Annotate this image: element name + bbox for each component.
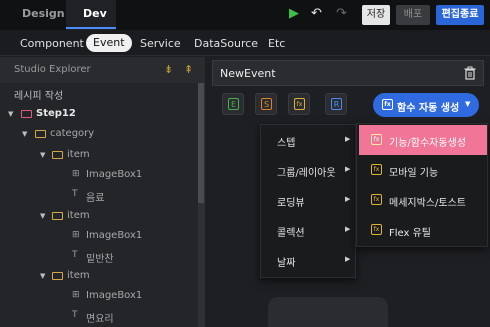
folder-icon — [52, 212, 63, 220]
tree-node-imagebox[interactable]: ImageBox1 — [86, 230, 142, 241]
step-icon — [21, 110, 32, 118]
tree-node-imagebox[interactable]: ImageBox1 — [86, 290, 142, 301]
tree-node-item[interactable]: item — [67, 149, 90, 160]
tab-datasource[interactable]: DataSource — [194, 37, 258, 50]
text-icon: T — [72, 310, 78, 320]
event-name: NewEvent — [220, 67, 276, 80]
tab-event[interactable]: Event — [86, 34, 132, 52]
menu-item-label: 콜렉션 — [277, 228, 305, 239]
tree-node-text[interactable]: 밑반찬 — [86, 250, 114, 265]
chevron-right-icon: ▶ — [345, 255, 351, 263]
folder-icon — [52, 151, 63, 159]
menu-item-label: 로딩뷰 — [277, 198, 305, 209]
menu-item-loading-view[interactable]: 로딩뷰 ▶ — [261, 185, 357, 215]
trash-icon[interactable] — [463, 66, 477, 80]
chevron-down-icon[interactable]: ▼ — [40, 212, 45, 220]
folder-icon — [35, 130, 46, 138]
chevron-right-icon: ▶ — [345, 135, 351, 143]
submenu-item-auto-function[interactable]: fx 기능/함수자동생성 — [359, 125, 487, 155]
explorer-header: Studio Explorer ⇟ ⇞ — [0, 57, 205, 83]
menu-item-collection[interactable]: 콜렉션 ▶ — [261, 215, 357, 245]
collapse-all-icon[interactable]: ⇞ — [184, 63, 193, 76]
function-icon: fx — [371, 164, 382, 175]
submenu-item-label: 모바일 기능 — [389, 168, 439, 179]
tree-root-step12[interactable]: Step12 — [36, 108, 76, 119]
step-submenu: fx 기능/함수자동생성 fx 모바일 기능 fx 메세지박스/토스트 fx F… — [356, 123, 488, 247]
chevron-right-icon: ▶ — [345, 165, 351, 173]
event-type-s-button[interactable]: S — [255, 93, 277, 115]
submenu-item-label: 기능/함수자동생성 — [389, 138, 466, 149]
menu-item-label: 그룹/레이아웃 — [277, 168, 336, 179]
tree-node-imagebox[interactable]: ImageBox1 — [86, 169, 142, 180]
play-icon[interactable]: ▶ — [289, 6, 299, 22]
event-name-field[interactable]: NewEvent — [212, 60, 484, 86]
function-icon: fx — [371, 224, 382, 235]
tab-component[interactable]: Component — [20, 37, 84, 50]
menu-item-date[interactable]: 날짜 ▶ — [261, 245, 357, 275]
tree-node-item[interactable]: item — [67, 270, 90, 281]
function-icon: fx — [382, 99, 393, 110]
undo-icon[interactable]: ↶ — [311, 6, 322, 22]
tab-dev[interactable]: Dev — [83, 7, 107, 20]
image-icon: ⊞ — [72, 290, 80, 300]
menu-item-group-layout[interactable]: 그룹/레이아웃 ▶ — [261, 155, 357, 185]
submenu-item-mobile[interactable]: fx 모바일 기능 — [359, 155, 487, 185]
text-icon: T — [72, 189, 78, 199]
active-tab-indicator — [66, 27, 116, 29]
explorer-section-title: 레시피 작성 — [14, 91, 64, 102]
folder-icon — [52, 272, 63, 280]
explorer-title: Studio Explorer — [14, 64, 91, 75]
chevron-right-icon: ▶ — [345, 195, 351, 203]
tree-node-category[interactable]: category — [50, 128, 94, 139]
event-r-icon: R — [331, 98, 342, 110]
auto-generate-function-button[interactable]: fx 함수 자동 생성 ▼ — [373, 93, 479, 117]
submenu-item-label: Flex 유틸 — [389, 228, 432, 239]
auto-generate-menu: 스텝 ▶ 그룹/레이아웃 ▶ 로딩뷰 ▶ 콜렉션 ▶ 날짜 ▶ — [260, 124, 356, 278]
image-icon: ⊞ — [72, 230, 80, 240]
submenu-item-label: 메세지박스/토스트 — [389, 198, 466, 209]
chevron-down-icon: ▼ — [465, 100, 471, 108]
tree-node-item[interactable]: item — [67, 210, 90, 221]
tab-design[interactable]: Design — [22, 7, 65, 20]
tab-etc[interactable]: Etc — [268, 37, 285, 50]
top-bar: Design Dev ▶ ↶ ↷ 저장 배포 편집종료 — [0, 0, 490, 30]
explorer-scroll-thumb[interactable] — [198, 83, 204, 203]
sub-navigation: Component Event Service DataSource Etc — [0, 30, 490, 56]
tree-node-text[interactable]: 음료 — [86, 189, 104, 204]
redo-icon[interactable]: ↷ — [336, 6, 347, 22]
tab-service[interactable]: Service — [140, 37, 181, 50]
menu-item-label: 날짜 — [277, 258, 296, 269]
image-icon: ⊞ — [72, 169, 80, 179]
function-icon: fx — [371, 194, 382, 205]
tree-node-text[interactable]: 면요리 — [86, 310, 114, 325]
submenu-item-flex-util[interactable]: fx Flex 유틸 — [359, 215, 487, 245]
exit-edit-button[interactable]: 편집종료 — [436, 5, 484, 25]
event-type-r-button[interactable]: R — [325, 93, 347, 115]
studio-explorer: Studio Explorer ⇟ ⇞ 레시피 작성 ▼ Step12 ▼ ca… — [0, 57, 205, 327]
event-type-fx-button[interactable]: fx — [288, 93, 310, 115]
chevron-down-icon[interactable]: ▼ — [22, 130, 27, 138]
event-type-e-button[interactable]: E — [222, 93, 244, 115]
save-button[interactable]: 저장 — [362, 5, 390, 25]
text-icon: T — [72, 250, 78, 260]
expand-all-icon[interactable]: ⇟ — [164, 63, 173, 76]
chevron-right-icon: ▶ — [345, 225, 351, 233]
event-fx-icon: fx — [294, 98, 305, 110]
event-e-icon: E — [228, 98, 239, 110]
app-window: Design Dev ▶ ↶ ↷ 저장 배포 편집종료 Component Ev… — [0, 0, 490, 327]
menu-item-label: 스텝 — [277, 138, 296, 149]
chevron-down-icon[interactable]: ▼ — [8, 110, 13, 118]
chevron-down-icon[interactable]: ▼ — [40, 151, 45, 159]
canvas-element — [268, 297, 388, 327]
deploy-button[interactable]: 배포 — [396, 5, 430, 25]
event-s-icon: S — [261, 98, 272, 110]
auto-generate-label: 함수 자동 생성 — [397, 103, 460, 114]
chevron-down-icon[interactable]: ▼ — [40, 272, 45, 280]
menu-item-step[interactable]: 스텝 ▶ — [261, 125, 357, 155]
submenu-item-messagebox[interactable]: fx 메세지박스/토스트 — [359, 185, 487, 215]
function-icon: fx — [371, 134, 382, 145]
